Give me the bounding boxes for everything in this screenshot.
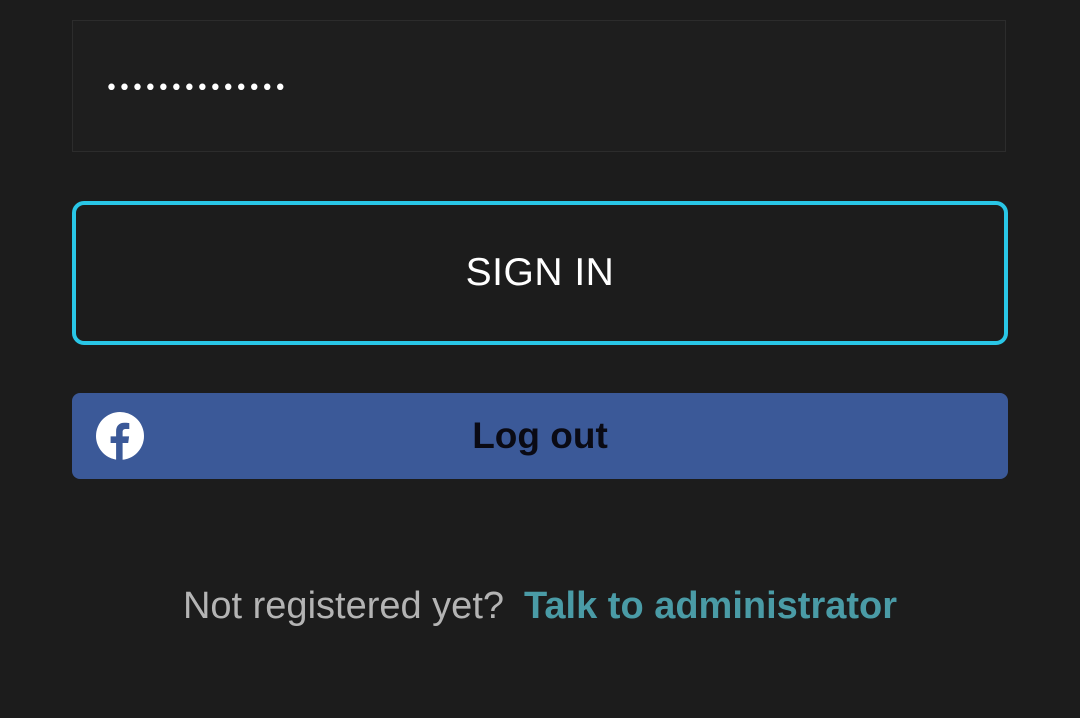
password-masked-value: •••••••••••••• [105, 76, 287, 101]
facebook-logout-button[interactable]: Log out [72, 393, 1008, 479]
facebook-button-label: Log out [472, 415, 608, 456]
register-prompt: Not registered yet? [182, 585, 505, 627]
password-field[interactable]: •••••••••••••• [72, 20, 1006, 152]
facebook-icon [96, 412, 144, 460]
sign-in-label: SIGN IN [465, 251, 615, 294]
talk-to-administrator-link[interactable]: Talk to administrator [524, 585, 897, 627]
sign-in-button[interactable]: SIGN IN [72, 201, 1008, 345]
register-row: Not registered yet? Talk to administrator [0, 578, 1080, 634]
